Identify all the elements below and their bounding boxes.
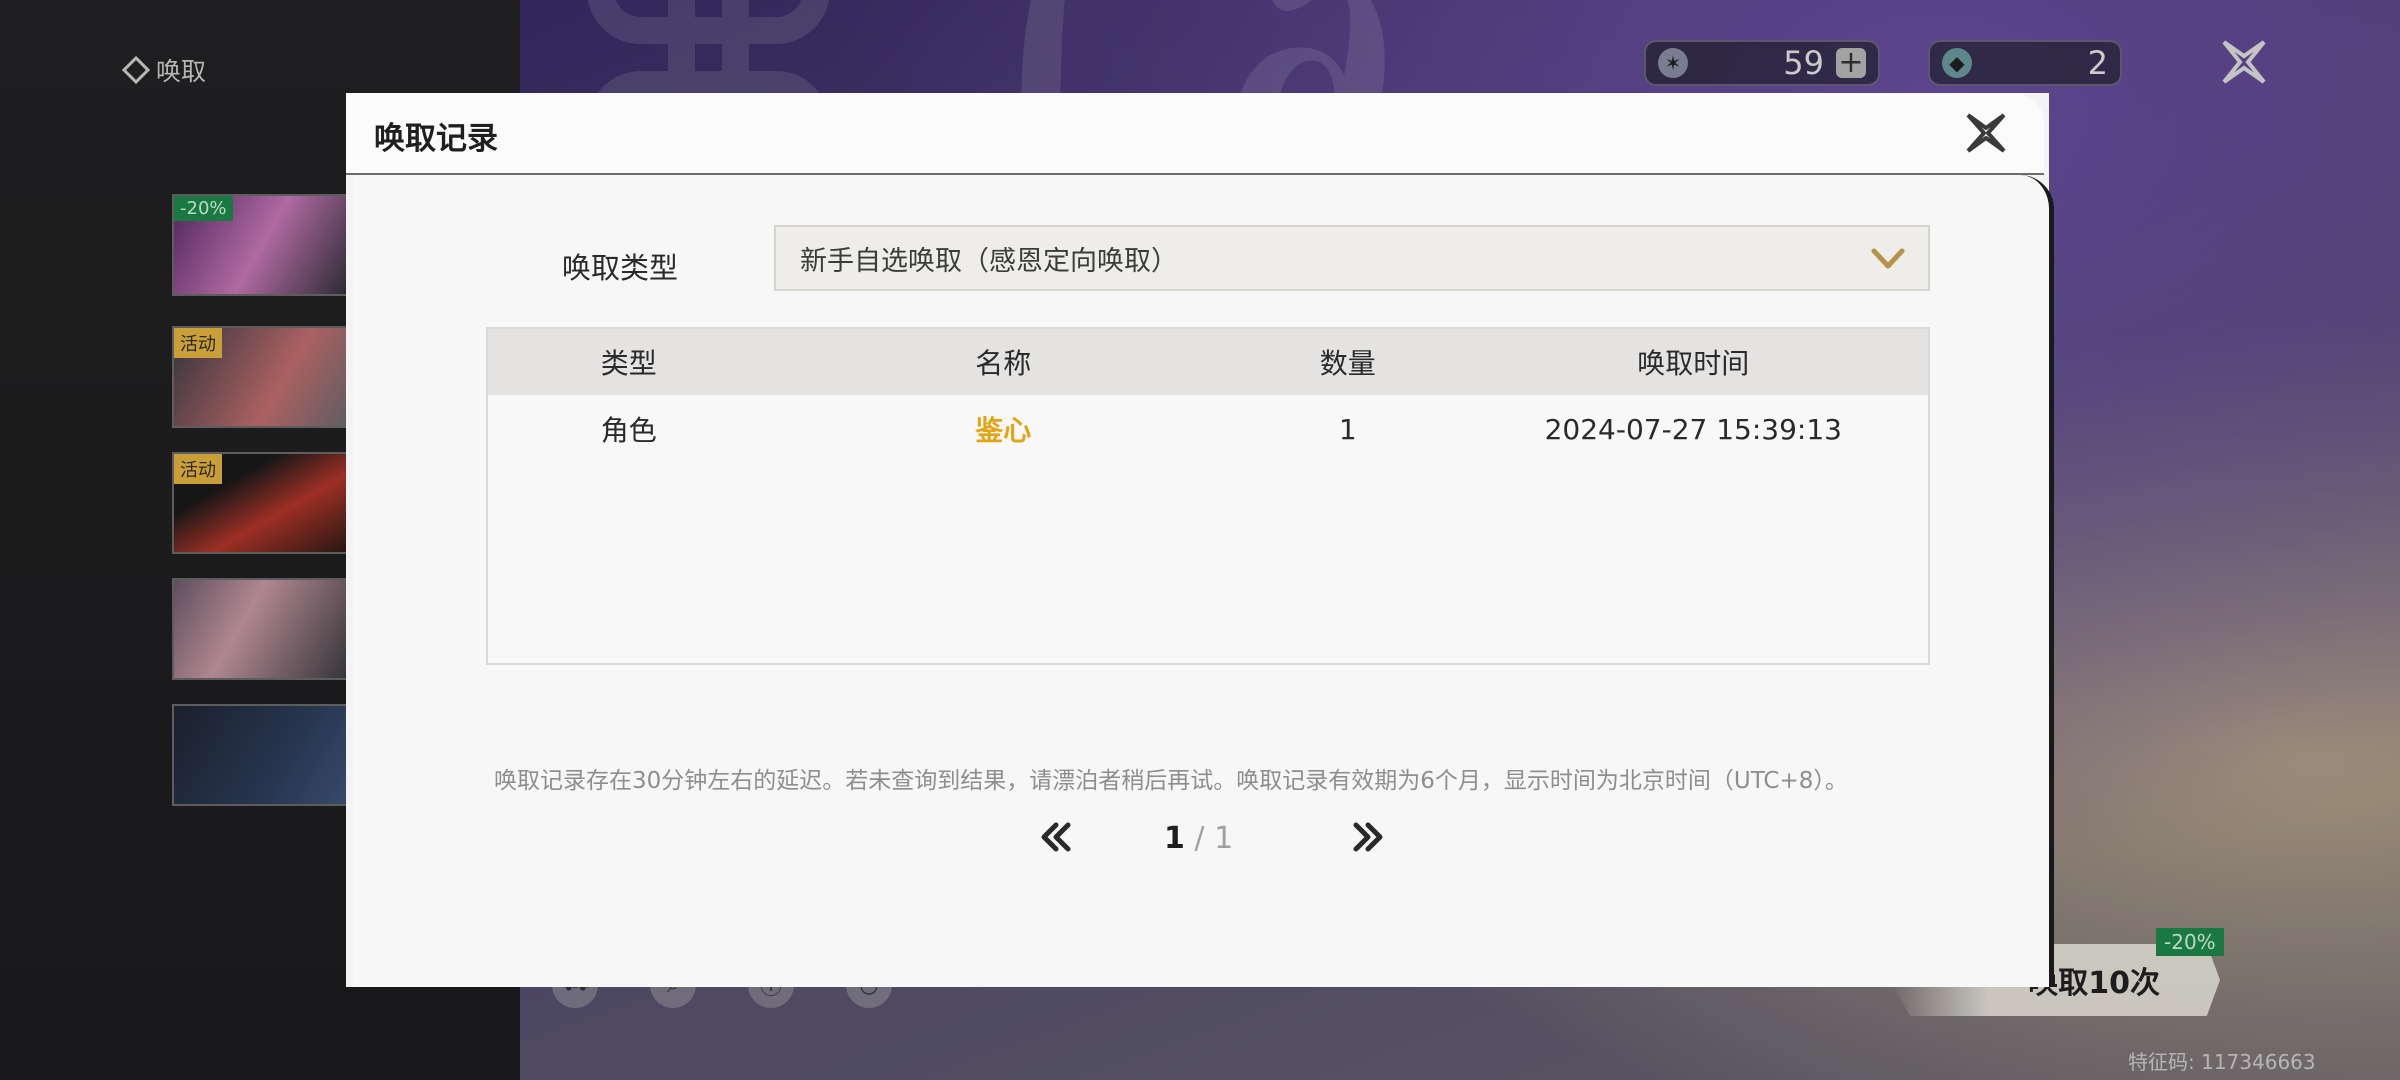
cell-count: 1: [1338, 412, 1357, 446]
column-header-type: 类型: [600, 347, 657, 380]
previous-page-icon[interactable]: [1034, 817, 1078, 857]
cell-type: 角色: [600, 414, 657, 447]
pagination: 1 / 1: [1034, 809, 1434, 869]
dialog-header: 唤取记录: [346, 93, 2044, 175]
column-header-name: 名称: [975, 347, 1032, 380]
page-indicator: 1 / 1: [1164, 821, 1233, 856]
total-pages: 1: [1214, 821, 1234, 856]
table-row: 角色 鉴心 1 2024-07-27 15:39:13: [488, 395, 1928, 463]
current-page: 1: [1164, 821, 1185, 856]
convene-type-select[interactable]: 新手自选唤取（感恩定向唤取）: [774, 225, 1930, 291]
column-header-count: 数量: [1319, 347, 1376, 380]
convene-type-label: 唤取类型: [562, 251, 679, 285]
close-icon[interactable]: [1958, 105, 2014, 161]
convene-history-dialog: 唤取记录 唤取类型 新手自选唤取（感恩定向唤取） 类型 名称 数量 唤取时间 角…: [346, 93, 2054, 987]
cell-name: 鉴心: [975, 414, 1032, 447]
column-header-time: 唤取时间: [1637, 347, 1750, 380]
next-page-icon[interactable]: [1346, 817, 1390, 857]
chevron-down-icon: [1871, 248, 1905, 269]
history-table: 类型 名称 数量 唤取时间 角色 鉴心 1 2024-07-27 15:39:1…: [486, 327, 1930, 665]
page-separator: /: [1194, 821, 1205, 856]
dialog-body: 唤取类型 新手自选唤取（感恩定向唤取） 类型 名称 数量 唤取时间 角色 鉴心 …: [354, 175, 2054, 987]
delay-notice: 唤取记录存在30分钟左右的延迟。若未查询到结果，请漂泊者稍后再试。唤取记录有效期…: [494, 768, 1848, 794]
table-header: 类型 名称 数量 唤取时间: [488, 329, 1928, 395]
dialog-title: 唤取记录: [374, 121, 498, 157]
cell-time: 2024-07-27 15:39:13: [1544, 412, 1842, 446]
